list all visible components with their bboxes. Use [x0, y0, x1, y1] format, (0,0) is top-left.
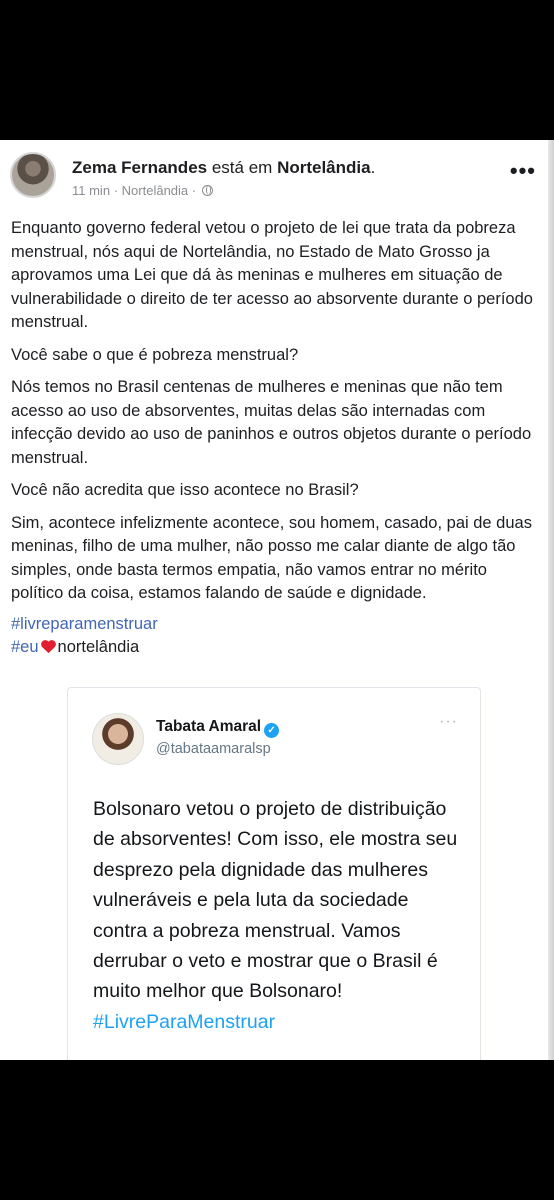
meta-separator: ·	[191, 183, 197, 198]
facebook-post: Zema Fernandes está em Nortelândia. 11 m…	[0, 140, 554, 1060]
post-body: Enquanto governo federal vetou o projeto…	[11, 217, 539, 660]
post-paragraph: Você não acredita que isso acontece no B…	[11, 481, 359, 499]
author-avatar[interactable]	[10, 152, 56, 198]
tweet-author-handle[interactable]: @tabataamaralsp	[156, 741, 271, 757]
embedded-tweet[interactable]: Tabata Amaral ✓ @tabataamaralsp ··· Bolso…	[67, 687, 481, 1060]
author-name[interactable]: Zema Fernandes	[72, 158, 207, 177]
author-line-period: .	[370, 158, 376, 177]
tweet-text: Bolsonaro vetou o projeto de distribuiçã…	[93, 794, 463, 1037]
meta-location[interactable]: Nortelândia	[122, 183, 189, 198]
tweet-more-icon[interactable]: ···	[439, 714, 458, 730]
tweet-hashtag[interactable]: #LivreParaMenstruar	[93, 1011, 275, 1033]
tweet-author-name-row: Tabata Amaral ✓	[156, 718, 280, 738]
checkin-action: está em	[211, 158, 273, 177]
tweet-author-name[interactable]: Tabata Amaral	[156, 718, 261, 735]
heart-icon	[40, 640, 56, 654]
post-meta: 11 min · Nortelândia ·	[72, 183, 213, 198]
meta-separator: ·	[113, 183, 119, 198]
post-paragraph: Enquanto governo federal vetou o projeto…	[11, 219, 533, 331]
more-options-icon[interactable]: •••	[510, 160, 536, 182]
post-time[interactable]: 11 min	[72, 183, 110, 198]
tweet-author-avatar[interactable]	[92, 713, 144, 765]
globe-icon	[201, 185, 213, 196]
hashtag-livreparamenstruar[interactable]: #livreparamenstruar	[11, 615, 158, 633]
verified-badge-icon: ✓	[264, 723, 280, 738]
hashtag-nortelandia: nortelândia	[57, 638, 140, 656]
post-paragraph: Sim, acontece infelizmente acontece, sou…	[11, 513, 532, 603]
post-header: Zema Fernandes está em Nortelândia. 11 m…	[10, 152, 544, 200]
hashtag-eu[interactable]: #eu	[11, 638, 39, 656]
post-edge-shadow	[548, 140, 554, 1060]
tweet-body: Bolsonaro vetou o projeto de distribuiçã…	[93, 798, 458, 1003]
post-paragraph: Nós temos no Brasil centenas de mulheres…	[11, 378, 532, 467]
post-paragraph: Você sabe o que é pobreza menstrual?	[11, 345, 299, 364]
author-line: Zema Fernandes está em Nortelândia.	[72, 158, 375, 178]
checkin-location[interactable]: Nortelândia	[277, 158, 371, 177]
